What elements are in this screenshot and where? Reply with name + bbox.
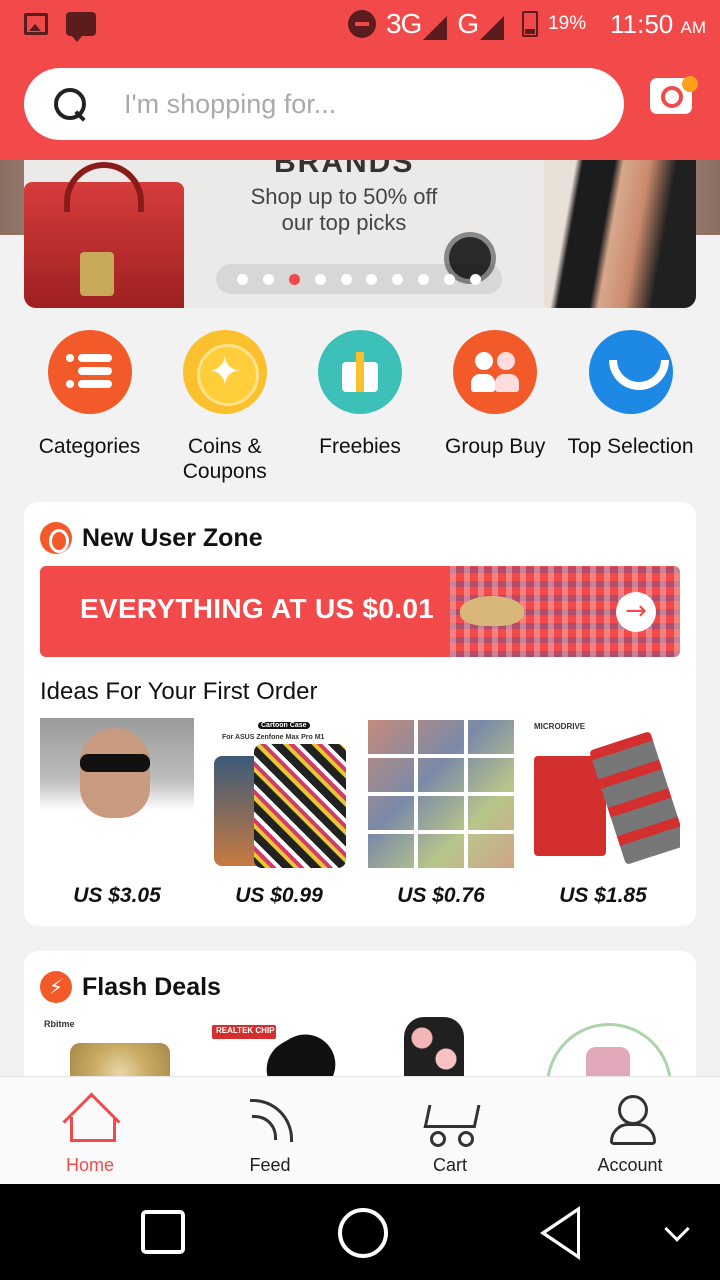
product-image: Cartoon Case For ASUS Zenfone Max Pro M1: [202, 718, 356, 872]
quick-link-coins-coupons[interactable]: Coins & Coupons: [157, 330, 292, 484]
everything-banner[interactable]: EVERYTHING AT US $0.01 →: [40, 566, 680, 657]
ideas-title: Ideas For Your First Order: [40, 678, 318, 705]
nav-label: Home: [65, 1155, 114, 1175]
product-card[interactable]: US $3.05: [40, 718, 194, 908]
carousel-dot[interactable]: [314, 273, 326, 285]
banner-line-1: Shop up to 50% off: [250, 184, 438, 209]
gift-icon: [318, 330, 402, 414]
app-header: I'm shopping for...: [0, 52, 720, 160]
nav-feed[interactable]: Feed: [180, 1077, 360, 1184]
carousel-dot[interactable]: [418, 273, 430, 285]
nav-label: Cart: [432, 1155, 467, 1175]
do-not-disturb-icon: [347, 10, 376, 38]
new-user-zone-card: New User Zone EVERYTHING AT US $0.01 → I…: [24, 502, 696, 926]
group-icon: [453, 330, 538, 414]
coins-icon: [182, 330, 267, 414]
product-card[interactable]: US $0.76: [364, 718, 518, 908]
status-bar: 3G G 19% 11:50 AM: [0, 0, 720, 52]
promo-banner[interactable]: BRANDS Shop up to 50% off our top picks: [24, 160, 696, 308]
section-header: Flash Deals: [40, 971, 221, 1003]
network-g: G: [457, 8, 505, 40]
banner-heading: BRANDS: [274, 160, 415, 179]
quick-link-top-selection[interactable]: Top Selection: [563, 330, 698, 484]
quick-links: Categories Coins & Coupons Freebies Grou…: [22, 330, 698, 484]
product-card[interactable]: MICRODRIVE US $1.85: [526, 718, 680, 908]
banner-text: EVERYTHING AT US $0.01: [80, 593, 435, 624]
section-title: New User Zone: [82, 523, 263, 552]
recents-button[interactable]: [141, 1210, 185, 1254]
search-icon: [52, 86, 88, 122]
quick-link-categories[interactable]: Categories: [22, 330, 157, 484]
nav-cart[interactable]: Cart: [360, 1077, 540, 1184]
handbag-image: [24, 162, 184, 308]
new-user-icon: [40, 522, 72, 554]
battery-percent: 19%: [548, 13, 587, 34]
quick-link-group-buy[interactable]: Group Buy: [428, 330, 563, 484]
network-3g: 3G: [386, 8, 448, 40]
product-card[interactable]: Cartoon Case For ASUS Zenfone Max Pro M1…: [202, 718, 356, 908]
model-image: [544, 160, 696, 308]
signal-icon: [480, 16, 505, 40]
carousel-dot[interactable]: [236, 273, 248, 285]
product-price: US $0.99: [235, 884, 323, 907]
nav-label: Feed: [249, 1155, 291, 1175]
message-notification-icon: [66, 12, 96, 42]
section-title: Flash Deals: [82, 972, 221, 1001]
carousel-dot[interactable]: [262, 273, 274, 285]
product-list: US $3.05 Cartoon Case For ASUS Zenfone M…: [40, 718, 680, 908]
product-image: [40, 718, 194, 872]
image-notification-icon: [24, 13, 48, 35]
smile-icon: [588, 330, 673, 414]
carousel-dot[interactable]: [340, 273, 352, 285]
carousel-indicator: [216, 264, 502, 294]
carousel-dot-active[interactable]: [288, 273, 300, 285]
section-header: New User Zone: [40, 522, 263, 554]
quick-link-freebies[interactable]: Freebies: [293, 330, 428, 484]
carousel-dot[interactable]: [444, 273, 456, 285]
lightning-icon: [40, 971, 72, 1003]
hide-keyboard-button[interactable]: [664, 1216, 690, 1242]
product-image: MICRODRIVE: [526, 718, 680, 872]
cart-icon: [360, 1091, 540, 1151]
home-button[interactable]: [338, 1208, 388, 1258]
account-icon: [540, 1091, 720, 1151]
categories-icon: [47, 330, 132, 414]
bottom-navigation: Home Feed Cart Account: [0, 1076, 720, 1184]
battery-icon: [522, 11, 539, 37]
nav-home[interactable]: Home: [0, 1077, 180, 1184]
carousel-dot[interactable]: [366, 273, 378, 285]
search-input[interactable]: I'm shopping for...: [24, 68, 624, 140]
carousel-dot[interactable]: [470, 273, 482, 285]
signal-icon: [423, 16, 448, 40]
hat-image: [460, 596, 524, 626]
system-navigation-bar: [0, 1184, 720, 1280]
feed-icon: [180, 1091, 360, 1151]
product-price: US $1.85: [559, 884, 647, 907]
clock: 11:50 AM: [610, 8, 706, 39]
product-price: US $3.05: [73, 884, 161, 907]
product-price: US $0.76: [397, 884, 485, 907]
carousel-dot[interactable]: [392, 273, 404, 285]
nav-label: Account: [597, 1155, 663, 1175]
back-button[interactable]: [540, 1206, 580, 1260]
product-image: [364, 718, 518, 872]
notification-dot: [682, 76, 698, 92]
banner-line-2: our top picks: [281, 210, 407, 235]
arrow-right-icon[interactable]: →: [616, 592, 656, 632]
nav-account[interactable]: Account: [540, 1077, 720, 1184]
search-placeholder: I'm shopping for...: [124, 88, 337, 119]
home-icon: [0, 1091, 180, 1151]
